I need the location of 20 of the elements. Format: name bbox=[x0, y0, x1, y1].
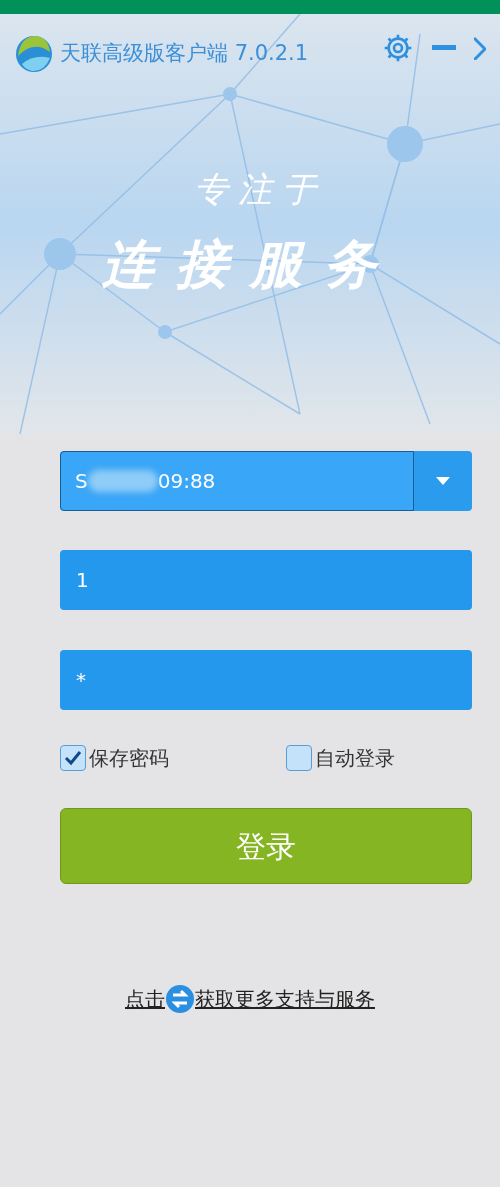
sync-logo-icon bbox=[165, 984, 195, 1014]
checkbox-label: 自动登录 bbox=[315, 745, 395, 772]
minimize-icon[interactable] bbox=[432, 45, 456, 51]
login-button[interactable]: 登录 bbox=[60, 808, 472, 884]
server-value: S bbox=[75, 468, 88, 495]
server-dropdown[interactable]: S 09:88 bbox=[60, 451, 472, 511]
window-title: 天联高级版客户端 7.0.2.1 bbox=[60, 40, 309, 68]
checkbox[interactable] bbox=[286, 745, 312, 771]
server-value: 09:88 bbox=[157, 468, 216, 495]
settings-icon[interactable] bbox=[382, 32, 414, 64]
logo-icon bbox=[14, 34, 54, 74]
close-icon[interactable] bbox=[474, 36, 486, 60]
slogan-line: 专注于 bbox=[194, 168, 326, 211]
caret-icon bbox=[436, 477, 450, 485]
slogan-line: 连接服务 bbox=[102, 232, 398, 296]
username-field[interactable]: 1 bbox=[60, 550, 472, 610]
checkbox[interactable] bbox=[60, 745, 86, 771]
password-field[interactable]: * bbox=[60, 650, 472, 710]
check-icon bbox=[64, 750, 82, 766]
checkbox-label: 保存密码 bbox=[89, 745, 169, 772]
